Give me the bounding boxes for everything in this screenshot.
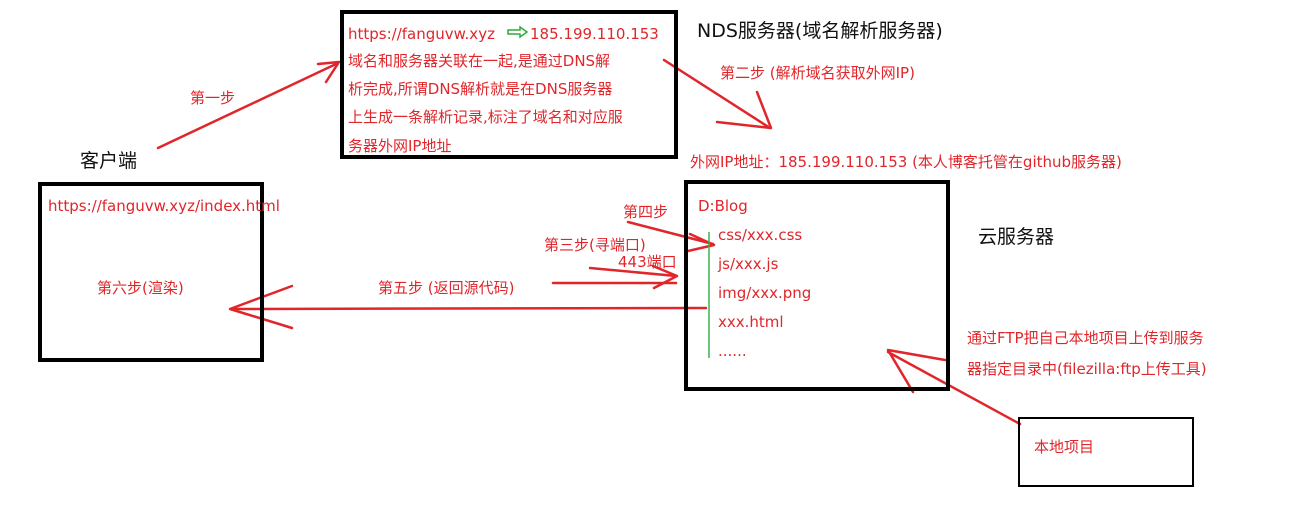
ftp-note-line-2: 器指定目录中(filezilla:ftp上传工具) <box>967 360 1207 378</box>
cloud-server-label: 云服务器 <box>978 226 1055 248</box>
server-file-html: xxx.html <box>718 313 784 331</box>
step5-label: 第五步 (返回源代码) <box>378 279 515 297</box>
port-label: 443端口 <box>618 253 677 271</box>
step2-label: 第二步 (解析域名获取外网IP) <box>720 64 915 82</box>
dns-desc-line-4: 务器外网IP地址 <box>348 137 452 155</box>
ftp-note-line-1: 通过FTP把自己本地项目上传到服务 <box>967 329 1204 347</box>
step4-label: 第四步 <box>623 203 669 221</box>
arrow-step1 <box>156 62 338 150</box>
step3-label: 第三步(寻端口) <box>544 236 646 254</box>
dns-desc-line-2: 析完成,所谓DNS解析就是在DNS服务器 <box>348 80 613 98</box>
server-file-more: ...... <box>718 342 747 360</box>
dns-server-title: NDS服务器(域名解析服务器) <box>697 20 943 42</box>
dns-ip: 185.199.110.153 <box>530 25 659 43</box>
server-file-css: css/xxx.css <box>718 226 803 244</box>
dns-desc-line-1: 域名和服务器关联在一起,是通过DNS解 <box>348 52 611 70</box>
dns-url: https://fanguvw.xyz <box>348 25 495 43</box>
dns-desc-line-3: 上生成一条解析记录,标注了域名和对应服 <box>348 108 623 126</box>
server-file-img: img/xxx.png <box>718 284 812 302</box>
step6-label: 第六步(渲染) <box>97 279 184 297</box>
client-url: https://fanguvw.xyz/index.html <box>48 197 280 215</box>
client-label: 客户端 <box>80 150 138 172</box>
step1-label: 第一步 <box>190 89 236 107</box>
server-file-js: js/xxx.js <box>718 255 779 273</box>
external-ip-label: 外网IP地址：185.199.110.153 (本人博客托管在github服务器… <box>690 153 1122 171</box>
server-root-folder: D:Blog <box>698 197 748 215</box>
local-project-label: 本地项目 <box>1034 438 1095 456</box>
arrow-step5-line <box>230 306 708 311</box>
